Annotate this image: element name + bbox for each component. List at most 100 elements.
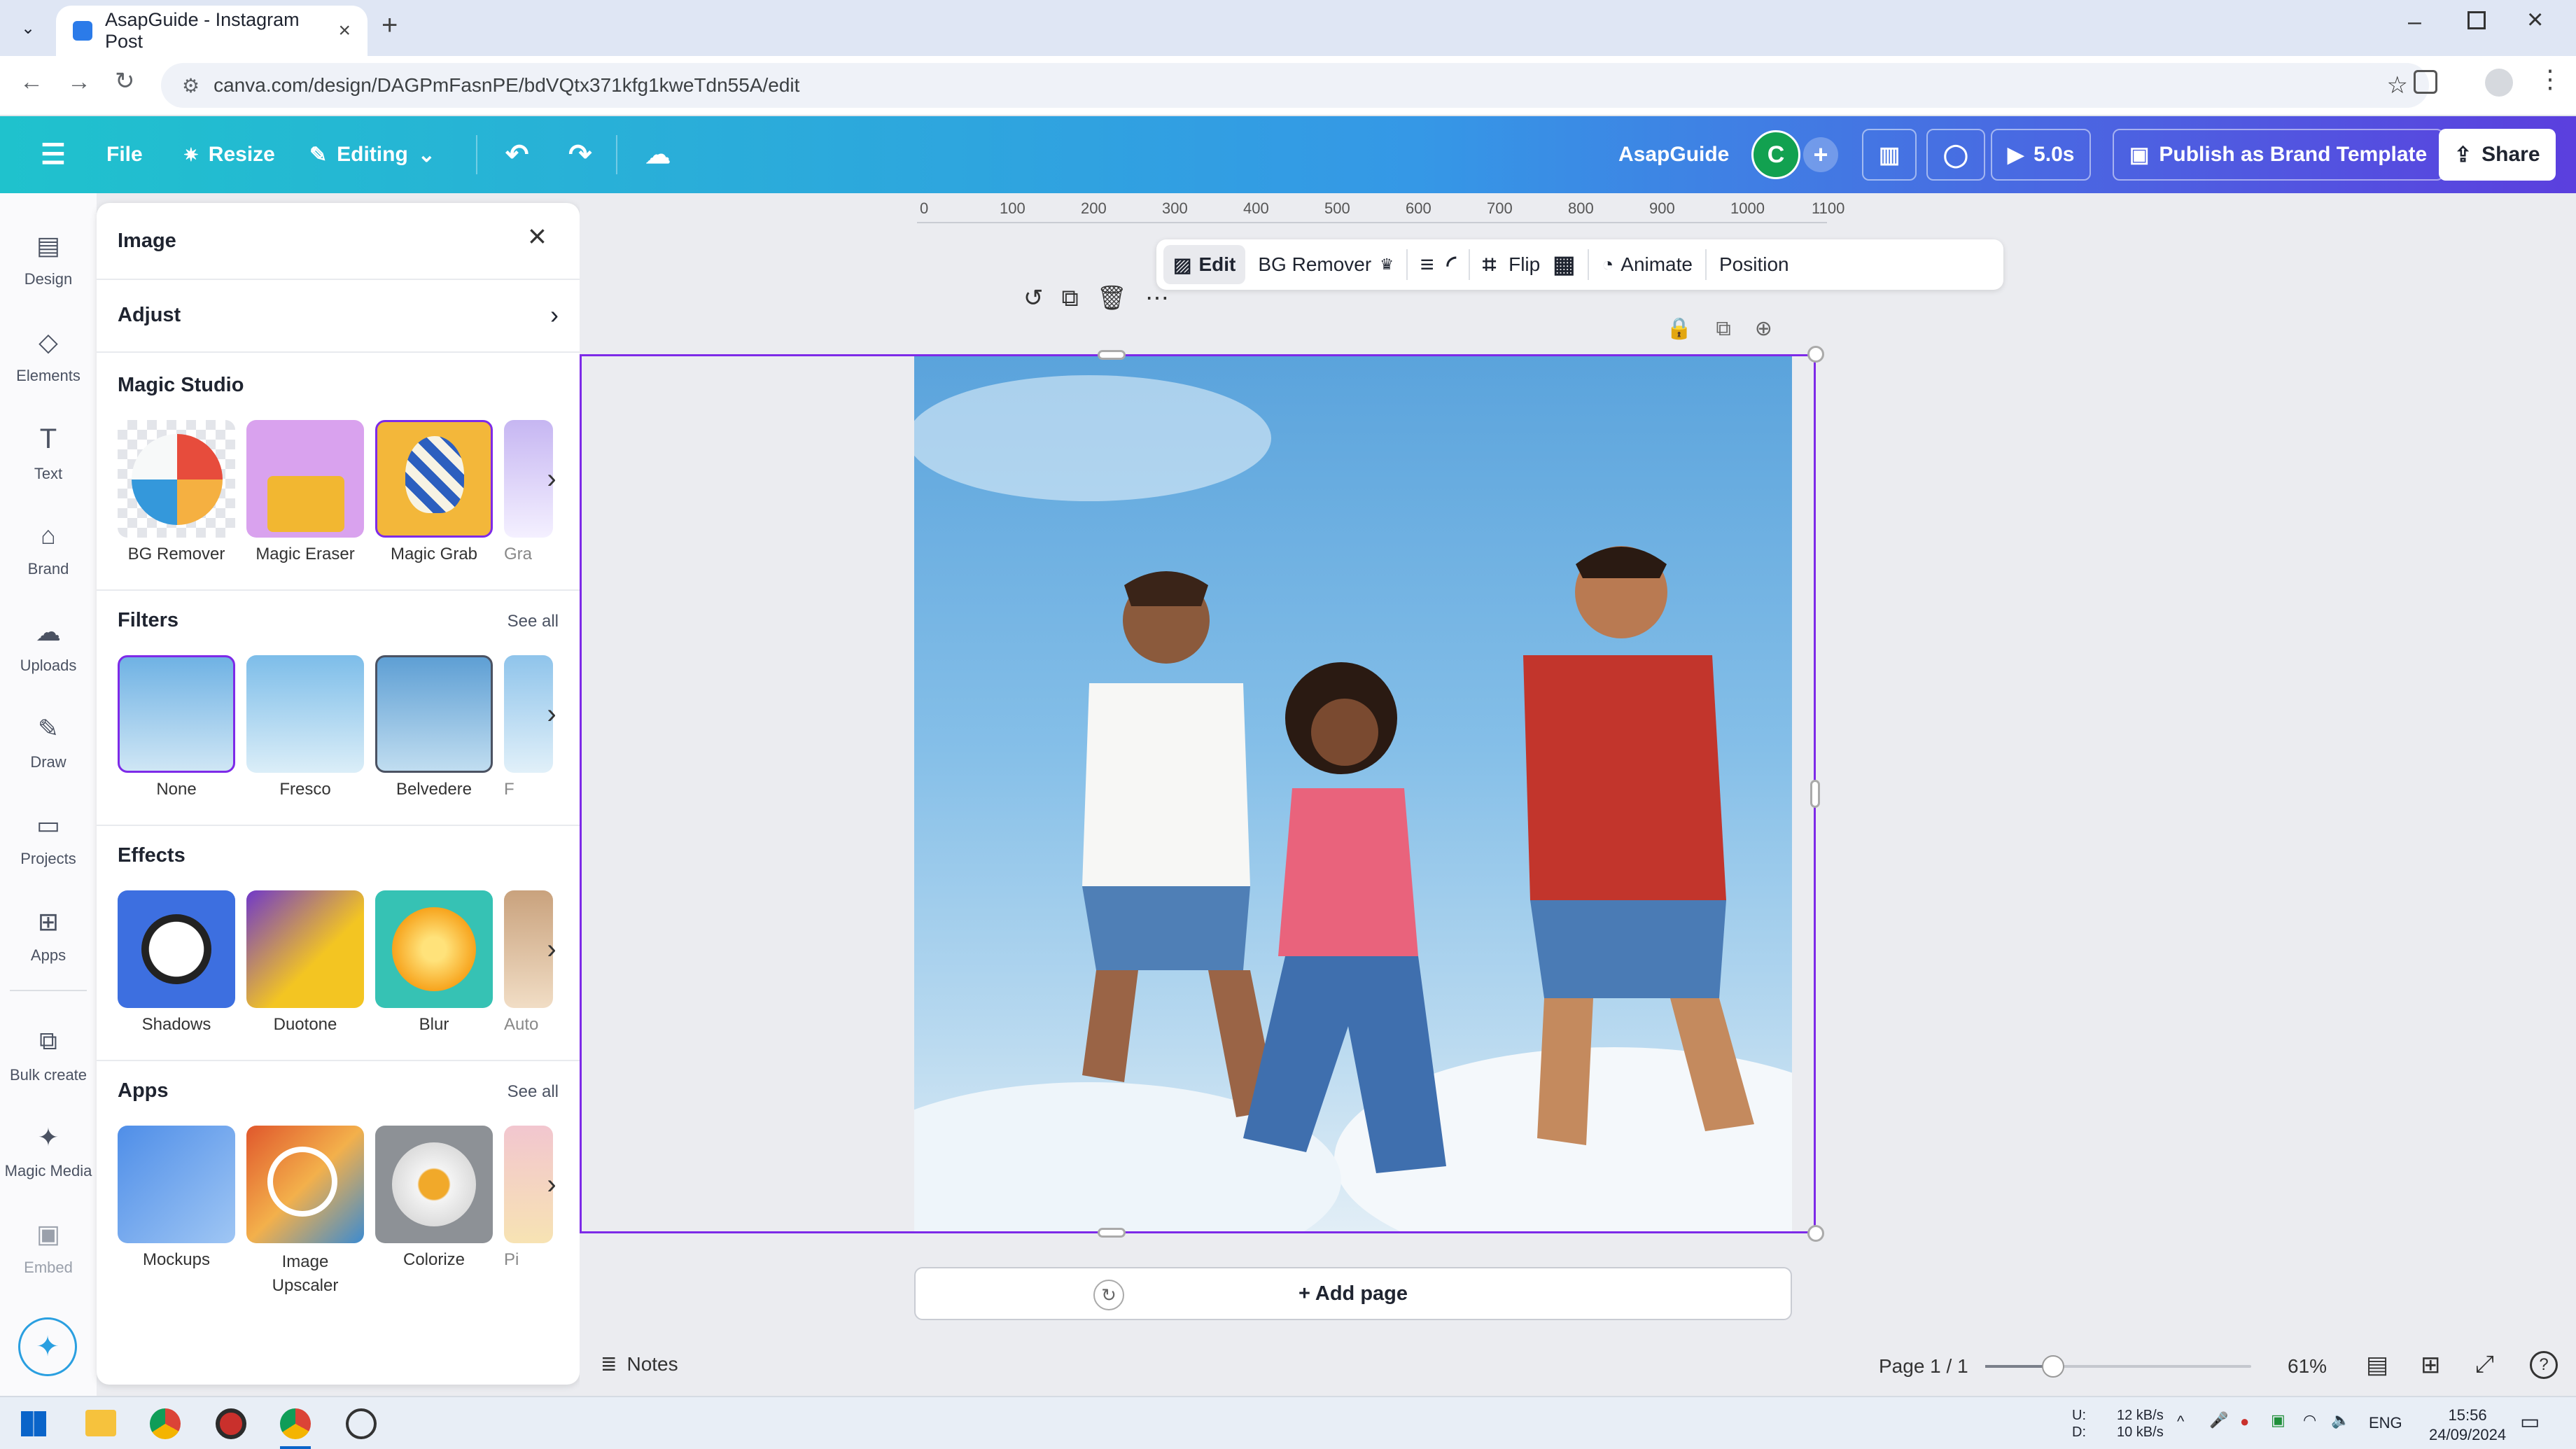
- magic-grab-thumb[interactable]: [375, 420, 493, 538]
- filter-belvedere-thumb[interactable]: [375, 655, 493, 773]
- tray-chevron-icon[interactable]: ^: [2177, 1413, 2184, 1431]
- recording-icon[interactable]: ●: [2240, 1413, 2249, 1431]
- zoom-slider[interactable]: [1985, 1355, 2251, 1378]
- page-indicator[interactable]: Page 1 / 1: [1879, 1355, 1968, 1378]
- user-avatar[interactable]: C: [1751, 130, 1800, 179]
- windows-start-icon[interactable]: [21, 1411, 46, 1436]
- file-menu-button[interactable]: File: [91, 129, 158, 181]
- rail-item-design[interactable]: ▤ Design: [0, 214, 97, 305]
- resize-handle[interactable]: [1807, 346, 1824, 363]
- language-indicator[interactable]: ENG: [2369, 1414, 2402, 1432]
- clock-app-icon[interactable]: [346, 1408, 377, 1439]
- volume-icon[interactable]: 🔈: [2331, 1411, 2350, 1429]
- clock[interactable]: 15:56 24/09/2024: [2429, 1406, 2506, 1445]
- rail-item-bulk-create[interactable]: ⧉ Bulk create: [0, 1009, 97, 1100]
- transparency-icon[interactable]: ▦: [1553, 251, 1575, 279]
- rotate-comment-icon[interactable]: ↺: [1023, 284, 1044, 312]
- rail-item-text[interactable]: T Text: [0, 407, 97, 498]
- scroll-right-icon[interactable]: ›: [538, 458, 566, 500]
- site-info-icon[interactable]: ⚙: [182, 74, 200, 97]
- effect-blur-thumb[interactable]: [375, 890, 493, 1008]
- rail-item-embed[interactable]: ▣ Embed: [0, 1203, 97, 1294]
- app-mockups-thumb[interactable]: [118, 1126, 235, 1243]
- add-page-icon[interactable]: ⊕: [1755, 316, 1772, 341]
- resize-handle[interactable]: [1810, 780, 1820, 808]
- back-icon[interactable]: ←: [20, 69, 43, 96]
- undo-icon[interactable]: ↶: [490, 129, 545, 181]
- file-explorer-icon[interactable]: [85, 1410, 116, 1436]
- zoom-slider-knob[interactable]: [2042, 1355, 2064, 1378]
- design-title[interactable]: AsapGuide: [1603, 129, 1744, 181]
- rail-item-apps[interactable]: ⊞ Apps: [0, 890, 97, 981]
- close-panel-icon[interactable]: ×: [528, 217, 547, 255]
- effect-duotone-thumb[interactable]: [246, 890, 364, 1008]
- bg-remover-button[interactable]: BG Remover ♛: [1258, 253, 1394, 276]
- url-field[interactable]: ⚙ canva.com/design/DAGPmFasnPE/bdVQtx371…: [161, 63, 2429, 108]
- tab-search-icon[interactable]: ⌄: [14, 14, 42, 42]
- magic-assistant-icon[interactable]: ✦: [18, 1317, 77, 1376]
- bg-remover-thumb[interactable]: [118, 420, 235, 538]
- publish-brand-template-button[interactable]: ▣ Publish as Brand Template: [2113, 129, 2444, 181]
- border-style-icon[interactable]: ≡: [1420, 251, 1434, 279]
- restore-icon[interactable]: [2468, 11, 2486, 29]
- wifi-icon[interactable]: ◠: [2303, 1411, 2316, 1429]
- corner-rounding-icon[interactable]: ◜: [1447, 251, 1456, 279]
- app-image-upscaler-thumb[interactable]: [246, 1126, 364, 1243]
- new-tab-icon[interactable]: +: [382, 10, 398, 41]
- grid-view-icon[interactable]: ⊞: [2421, 1351, 2441, 1379]
- notifications-icon[interactable]: ▭: [2520, 1410, 2540, 1434]
- minimize-icon[interactable]: –: [2408, 8, 2421, 36]
- insights-chart-icon[interactable]: ▥: [1862, 129, 1917, 181]
- filters-see-all-link[interactable]: See all: [507, 612, 559, 631]
- crop-icon[interactable]: ⌗: [1483, 251, 1496, 279]
- profile-avatar[interactable]: [2485, 69, 2513, 97]
- filter-none-thumb[interactable]: [118, 655, 235, 773]
- redo-icon[interactable]: ↷: [553, 129, 608, 181]
- tray-app-icon[interactable]: ▣: [2271, 1411, 2286, 1429]
- app-colorize-thumb[interactable]: [375, 1126, 493, 1243]
- filter-fresco-thumb[interactable]: [246, 655, 364, 773]
- rail-item-elements[interactable]: ◇ Elements: [0, 311, 97, 402]
- rail-item-uploads[interactable]: ☁ Uploads: [0, 601, 97, 692]
- close-window-icon[interactable]: ×: [2527, 4, 2543, 36]
- browser-tab[interactable]: AsapGuide - Instagram Post ×: [56, 6, 368, 56]
- scroll-right-icon[interactable]: ›: [538, 693, 566, 735]
- chrome-icon[interactable]: [150, 1408, 181, 1439]
- record-app-icon[interactable]: [216, 1408, 246, 1439]
- editing-mode-button[interactable]: ✎ Editing ⌄: [294, 129, 451, 181]
- browser-menu-icon[interactable]: ⋮: [2538, 64, 2563, 94]
- resize-handle[interactable]: [1098, 350, 1126, 360]
- zoom-percent[interactable]: 61%: [2288, 1355, 2327, 1378]
- resize-handle[interactable]: [1098, 1228, 1126, 1238]
- comments-icon[interactable]: ◯: [1926, 129, 1985, 181]
- rail-item-draw[interactable]: ✎ Draw: [0, 697, 97, 788]
- apps-see-all-link[interactable]: See all: [507, 1082, 559, 1102]
- extensions-icon[interactable]: [2414, 70, 2437, 94]
- duplicate-icon[interactable]: ⧉: [1062, 285, 1079, 312]
- present-play-button[interactable]: ▶ 5.0s: [1991, 129, 2092, 181]
- scroll-right-icon[interactable]: ›: [538, 928, 566, 970]
- duplicate-page-icon[interactable]: ⧉: [1716, 317, 1730, 341]
- share-button[interactable]: ⇪ Share: [2439, 129, 2556, 181]
- microphone-icon[interactable]: 🎤: [2209, 1411, 2228, 1429]
- magic-eraser-thumb[interactable]: [246, 420, 364, 538]
- delete-icon[interactable]: 🗑: [1097, 284, 1127, 312]
- adjust-row[interactable]: Adjust ›: [97, 280, 580, 350]
- chrome-active-icon[interactable]: [280, 1408, 311, 1439]
- fullscreen-icon[interactable]: ⤢: [2475, 1351, 2494, 1378]
- reload-icon[interactable]: ↻: [115, 67, 135, 95]
- invite-plus-icon[interactable]: +: [1803, 137, 1838, 172]
- page-view-icon[interactable]: ▤: [2366, 1351, 2388, 1379]
- notes-button[interactable]: ≣ Notes: [601, 1352, 678, 1376]
- lock-page-icon[interactable]: 🔒: [1666, 316, 1692, 341]
- flip-button[interactable]: Flip: [1508, 253, 1540, 276]
- bookmark-star-icon[interactable]: ☆: [2387, 71, 2408, 99]
- refresh-page-icon[interactable]: ↻: [1093, 1280, 1124, 1310]
- rail-item-brand[interactable]: ⌂ Brand: [0, 504, 97, 595]
- rail-item-magic-media[interactable]: ✦ Magic Media: [0, 1106, 97, 1197]
- resize-handle[interactable]: [1807, 1225, 1824, 1242]
- animate-button[interactable]: ◔ Animate: [1602, 253, 1693, 276]
- scroll-right-icon[interactable]: ›: [538, 1163, 566, 1205]
- position-button[interactable]: Position: [1719, 253, 1789, 276]
- forward-icon[interactable]: →: [67, 69, 91, 96]
